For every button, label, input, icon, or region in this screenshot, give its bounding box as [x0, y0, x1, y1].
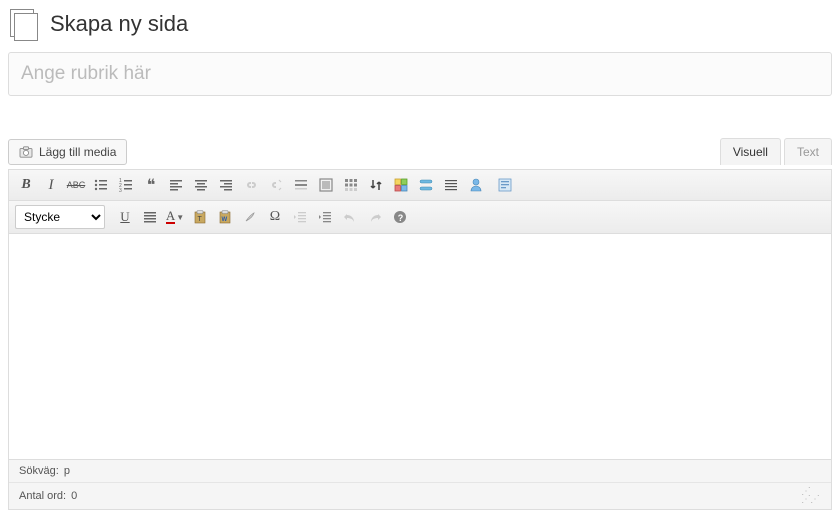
format-select[interactable]: Stycke [15, 205, 105, 229]
tab-visual[interactable]: Visuell [720, 138, 781, 165]
editor-tabs: Visuell Text [720, 138, 832, 165]
word-count: Antal ord: 0 [19, 490, 77, 502]
paste-text-button[interactable]: T [189, 206, 211, 228]
redo-button[interactable] [364, 206, 386, 228]
status-bar: Sökväg: p Antal ord: 0 ⋰⋰⋰ [9, 459, 831, 509]
svg-text:?: ? [398, 213, 404, 223]
toolbar-row-1: B I ABC 123 ❝ [9, 170, 831, 201]
indent-button[interactable] [314, 206, 336, 228]
blockquote-button[interactable]: ❝ [140, 174, 162, 196]
undo-button[interactable] [339, 206, 361, 228]
justify-button[interactable] [139, 206, 161, 228]
title-input[interactable] [8, 52, 832, 96]
form-button[interactable] [494, 174, 516, 196]
insert-more-button[interactable] [290, 174, 312, 196]
outdent-button[interactable] [289, 206, 311, 228]
remove-format-button[interactable] [239, 206, 261, 228]
special-char-button[interactable]: Ω [264, 206, 286, 228]
ordered-list-button[interactable]: 123 [115, 174, 137, 196]
tab-text[interactable]: Text [784, 138, 832, 165]
camera-icon [19, 146, 33, 158]
path-label: Sökväg: [19, 465, 59, 477]
link-button[interactable] [240, 174, 262, 196]
unlink-button[interactable] [265, 174, 287, 196]
text-color-button[interactable]: A▼ [164, 206, 186, 228]
user-button[interactable] [465, 174, 487, 196]
align-center-button[interactable] [190, 174, 212, 196]
add-media-button[interactable]: Lägg till media [8, 139, 127, 165]
help-button[interactable]: ? [389, 206, 411, 228]
blue-bars-button[interactable] [415, 174, 437, 196]
paste-word-button[interactable]: W [214, 206, 236, 228]
sort-button[interactable] [365, 174, 387, 196]
svg-text:T: T [198, 216, 203, 223]
toolbar-row-2: Stycke U A▼ T W Ω ? [9, 201, 831, 234]
unordered-list-button[interactable] [90, 174, 112, 196]
words-label: Antal ord: [19, 490, 66, 502]
lines-button[interactable] [440, 174, 462, 196]
underline-button[interactable]: U [114, 206, 136, 228]
svg-text:3: 3 [119, 188, 122, 193]
path-row: Sökväg: p [9, 460, 831, 482]
distraction-free-button[interactable] [315, 174, 337, 196]
resize-grip[interactable]: ⋰⋰⋰ [801, 488, 821, 504]
italic-button[interactable]: I [40, 174, 62, 196]
header: Skapa ny sida [8, 8, 832, 40]
path-value[interactable]: p [64, 465, 70, 477]
pages-icon [8, 8, 40, 40]
bold-button[interactable]: B [15, 174, 37, 196]
words-value: 0 [71, 490, 77, 502]
editor: B I ABC 123 ❝ Stycke U A▼ T W Ω [8, 169, 832, 510]
svg-text:W: W [222, 217, 228, 223]
add-media-label: Lägg till media [39, 145, 116, 159]
strikethrough-button[interactable]: ABC [65, 174, 87, 196]
page-title: Skapa ny sida [50, 11, 188, 37]
align-right-button[interactable] [215, 174, 237, 196]
kitchen-sink-button[interactable] [340, 174, 362, 196]
editor-content[interactable] [9, 234, 831, 459]
align-left-button[interactable] [165, 174, 187, 196]
colored-grid-button[interactable] [390, 174, 412, 196]
